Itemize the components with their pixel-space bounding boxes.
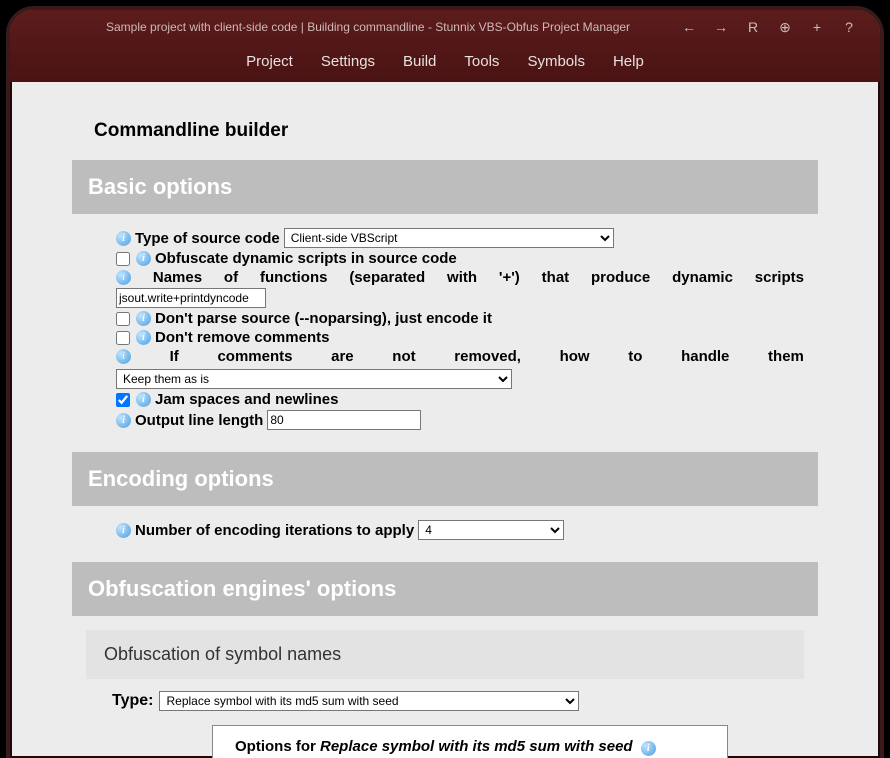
section-basic-header: Basic options bbox=[72, 160, 818, 214]
dyn-names-input[interactable] bbox=[116, 288, 266, 308]
menu-project[interactable]: Project bbox=[246, 53, 293, 70]
back-icon[interactable]: ← bbox=[680, 18, 698, 36]
section-encoding-body: Number of encoding iterations to apply 4 bbox=[72, 520, 818, 562]
info-icon[interactable] bbox=[136, 251, 151, 266]
sym-type-label: Type: bbox=[112, 692, 153, 710]
symnames-subheader: Obfuscation of symbol names bbox=[86, 630, 804, 679]
app-frame: Sample project with client-side code | B… bbox=[6, 6, 884, 758]
noparse-label: Don't parse source (--noparsing), just e… bbox=[155, 310, 492, 327]
section-encoding-header: Encoding options bbox=[72, 452, 818, 506]
keep-comments-label: Don't remove comments bbox=[155, 329, 329, 346]
menu-settings[interactable]: Settings bbox=[321, 53, 375, 70]
obfuscate-dynamic-label: Obfuscate dynamic scripts in source code bbox=[155, 250, 457, 267]
info-icon[interactable] bbox=[116, 523, 131, 538]
menu-tools[interactable]: Tools bbox=[464, 53, 499, 70]
dyn-names-label: Names of functions (separated with '+') … bbox=[116, 269, 818, 286]
info-icon[interactable] bbox=[136, 311, 151, 326]
encoding-iter-label: Number of encoding iterations to apply bbox=[135, 522, 414, 539]
menu-help[interactable]: Help bbox=[613, 53, 644, 70]
info-icon[interactable] bbox=[136, 330, 151, 345]
app-header: Sample project with client-side code | B… bbox=[10, 10, 880, 82]
options-for-prefix: Options for bbox=[235, 738, 320, 755]
info-icon[interactable] bbox=[641, 741, 656, 756]
main-menu: Project Settings Build Tools Symbols Hel… bbox=[10, 43, 880, 82]
info-icon[interactable] bbox=[116, 413, 131, 428]
section-obfus-header: Obfuscation engines' options bbox=[72, 562, 818, 616]
forward-icon[interactable]: → bbox=[712, 18, 730, 36]
section-basic-body: Type of source code Client-side VBScript… bbox=[72, 228, 818, 452]
source-type-select[interactable]: Client-side VBScript bbox=[284, 228, 614, 248]
page-title: Commandline builder bbox=[72, 112, 818, 160]
sym-type-options-box: Options for Replace symbol with its md5 … bbox=[212, 725, 728, 758]
add-circle-icon[interactable]: ⊕ bbox=[776, 18, 794, 36]
info-icon[interactable] bbox=[136, 392, 151, 407]
info-icon[interactable] bbox=[116, 349, 131, 364]
comments-handle-select[interactable]: Keep them as is bbox=[116, 369, 512, 389]
encoding-iter-select[interactable]: 4 bbox=[418, 520, 564, 540]
menu-symbols[interactable]: Symbols bbox=[527, 53, 585, 70]
help-icon[interactable]: ? bbox=[840, 18, 858, 36]
line-len-input[interactable] bbox=[267, 410, 421, 430]
options-for-value: Replace symbol with its md5 sum with see… bbox=[320, 738, 633, 755]
source-type-label: Type of source code bbox=[135, 230, 280, 247]
noparse-checkbox[interactable] bbox=[116, 312, 130, 326]
header-toolbar: ← → R ⊕ + ? bbox=[680, 18, 858, 36]
menu-build[interactable]: Build bbox=[403, 53, 436, 70]
line-len-label: Output line length bbox=[135, 412, 263, 429]
comments-handle-label: If comments are not removed, how to hand… bbox=[116, 348, 818, 365]
obfuscate-dynamic-checkbox[interactable] bbox=[116, 252, 130, 266]
page-content: Commandline builder Basic options Type o… bbox=[10, 82, 880, 758]
sym-type-select[interactable]: Replace symbol with its md5 sum with see… bbox=[159, 691, 579, 711]
reload-icon[interactable]: R bbox=[744, 18, 762, 36]
keep-comments-checkbox[interactable] bbox=[116, 331, 130, 345]
jam-checkbox[interactable] bbox=[116, 393, 130, 407]
info-icon[interactable] bbox=[116, 231, 131, 246]
add-icon[interactable]: + bbox=[808, 18, 826, 36]
jam-label: Jam spaces and newlines bbox=[155, 391, 338, 408]
info-icon[interactable] bbox=[116, 270, 131, 285]
